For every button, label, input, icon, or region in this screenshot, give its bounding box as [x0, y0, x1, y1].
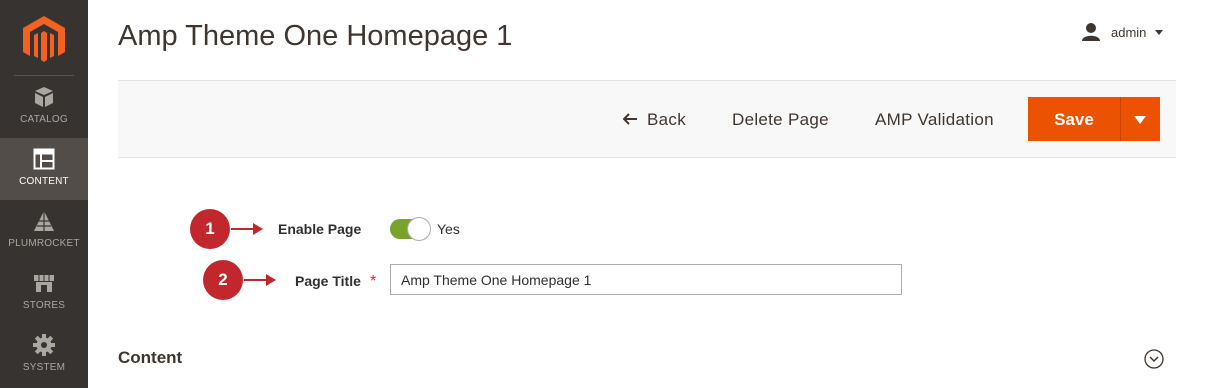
enable-page-value: Yes	[437, 221, 460, 237]
save-divider	[1120, 97, 1121, 141]
amp-validation-button[interactable]: AMP Validation	[875, 110, 994, 130]
user-icon	[1082, 23, 1100, 41]
enable-page-label: Enable Page	[278, 221, 362, 237]
enable-page-toggle[interactable]	[390, 218, 430, 240]
required-marker: *	[370, 273, 377, 290]
step-badge-2: 2	[203, 260, 243, 300]
sidebar-item-label: CONTENT	[19, 176, 69, 187]
arrow-right-icon	[244, 274, 276, 286]
pyramid-icon	[34, 211, 54, 231]
toggle-knob	[408, 218, 430, 240]
page-title-label: Page Title	[295, 273, 361, 289]
sidebar-item-stores[interactable]: STORES	[0, 262, 88, 324]
magento-logo[interactable]	[23, 16, 65, 62]
sidebar-item-catalog[interactable]: CATALOG	[0, 76, 88, 138]
sidebar-item-label: SYSTEM	[22, 362, 66, 373]
username: admin	[1111, 25, 1147, 40]
sidebar-item-label: PLUMROCKET	[8, 238, 80, 249]
page-title: Amp Theme One Homepage 1	[118, 20, 513, 52]
gear-icon	[33, 334, 55, 356]
page-actions-bar: Back Delete Page AMP Validation Save	[118, 80, 1176, 158]
chevron-down-icon[interactable]	[1134, 116, 1146, 124]
arrow-left-icon[interactable]	[623, 113, 637, 125]
step-badge-1: 1	[190, 209, 230, 249]
sidebar-item-label: CATALOG	[20, 114, 68, 125]
sidebar-item-content[interactable]: CONTENT	[0, 138, 88, 200]
save-split-button: Save	[1028, 97, 1160, 141]
chevron-circle-down-icon[interactable]	[1144, 349, 1164, 369]
page-title-input[interactable]	[390, 264, 902, 295]
sidebar-item-label: STORES	[22, 300, 66, 311]
admin-sidebar: CATALOG CONTENT PLUMROCKET STORES SYSTEM	[0, 0, 88, 388]
save-button[interactable]: Save	[1028, 110, 1120, 130]
delete-page-button[interactable]: Delete Page	[732, 110, 829, 130]
arrow-right-icon	[231, 223, 263, 235]
layout-icon	[33, 148, 55, 170]
sidebar-item-system[interactable]: SYSTEM	[0, 324, 88, 386]
content-section-title[interactable]: Content	[118, 348, 182, 368]
chevron-down-icon	[1155, 30, 1163, 35]
sidebar-item-plumrocket[interactable]: PLUMROCKET	[0, 200, 88, 262]
back-button[interactable]: Back	[647, 110, 686, 130]
cube-icon	[35, 87, 53, 107]
store-icon	[34, 275, 54, 292]
